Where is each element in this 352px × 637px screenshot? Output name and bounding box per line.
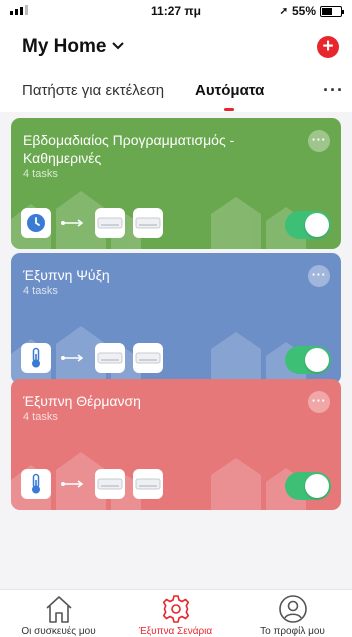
toggle-knob — [305, 348, 329, 372]
tab-label: Το προφίλ μου — [260, 626, 325, 637]
card-more-icon[interactable]: ··· — [308, 130, 330, 152]
gear-icon — [162, 595, 189, 623]
battery-percent: 55% — [291, 4, 316, 18]
automation-flow — [21, 208, 163, 238]
clock-icon — [27, 214, 45, 232]
automation-card[interactable]: Έξυπνη Θέρμανση 4 tasks ··· — [11, 379, 341, 510]
trigger-tile — [21, 343, 51, 373]
location-icon: ➚ — [279, 5, 288, 17]
bottom-tab-bar: Οι συσκευές μου Έξυπνα Σενάρια Το προφίλ… — [0, 589, 352, 637]
automation-card[interactable]: Εβδομαδιαίος Προγραμματισμός - Καθημεριν… — [11, 118, 341, 249]
arrow-icon — [59, 354, 87, 362]
more-options-icon[interactable]: ··· — [323, 80, 344, 101]
automation-flow — [21, 343, 163, 373]
automation-subtitle: 4 tasks — [23, 411, 58, 423]
home-title: My Home — [22, 36, 107, 57]
trigger-tile — [21, 469, 51, 499]
active-tab-indicator — [224, 108, 234, 111]
home-icon — [45, 596, 72, 623]
add-button[interactable]: + — [317, 36, 339, 58]
automation-title: Έξυπνη Θέρμανση — [23, 393, 141, 409]
tab-label: Οι συσκευές μου — [21, 626, 96, 637]
tab-tap-to-run[interactable]: Πατήστε για εκτέλεση — [22, 82, 164, 99]
tab-label: Έξυπνα Σενάρια — [138, 626, 213, 637]
status-bar: 11:27 πμ ➚ 55% — [0, 0, 352, 22]
arrow-icon — [59, 219, 87, 227]
air-conditioner-tile — [133, 208, 163, 238]
toggle-knob — [305, 213, 329, 237]
profile-icon — [278, 595, 307, 623]
air-conditioner-icon — [97, 217, 123, 229]
tab-my-devices[interactable]: Οι συσκευές μου — [0, 590, 117, 637]
thermometer-icon — [32, 473, 40, 494]
air-conditioner-icon — [97, 352, 123, 364]
air-conditioner-icon — [135, 478, 161, 490]
automation-toggle[interactable] — [285, 211, 331, 239]
air-conditioner-tile — [95, 343, 125, 373]
automation-title: Έξυπνη Ψύξη — [23, 267, 110, 283]
air-conditioner-tile — [133, 469, 163, 499]
arrow-icon — [59, 480, 87, 488]
automation-flow — [21, 469, 163, 499]
air-conditioner-tile — [95, 208, 125, 238]
automation-card[interactable]: Έξυπνη Ψύξη 4 tasks ··· — [11, 253, 341, 384]
scene-tabs: Πατήστε για εκτέλεση Αυτόματα ··· — [0, 80, 352, 112]
header: My Home + Πατήστε για εκτέλεση Αυτόματα … — [0, 22, 352, 112]
card-more-icon[interactable]: ··· — [308, 265, 330, 287]
trigger-tile — [21, 208, 51, 238]
air-conditioner-icon — [97, 478, 123, 490]
automation-toggle[interactable] — [285, 472, 331, 500]
automation-subtitle: 4 tasks — [23, 168, 58, 180]
automation-toggle[interactable] — [285, 346, 331, 374]
home-selector[interactable]: My Home — [22, 36, 125, 58]
battery-status: ➚ 55% — [279, 4, 344, 18]
air-conditioner-tile — [133, 343, 163, 373]
battery-icon — [320, 5, 344, 17]
air-conditioner-tile — [95, 469, 125, 499]
thermometer-icon — [32, 347, 40, 368]
air-conditioner-icon — [135, 217, 161, 229]
automation-title: Εβδομαδιαίος Προγραμματισμός - Καθημεριν… — [23, 132, 235, 166]
tab-my-profile[interactable]: Το προφίλ μου — [234, 590, 351, 637]
automation-subtitle: 4 tasks — [23, 285, 58, 297]
automation-list: Εβδομαδιαίος Προγραμματισμός - Καθημεριν… — [0, 112, 352, 589]
card-more-icon[interactable]: ··· — [308, 391, 330, 413]
air-conditioner-icon — [135, 352, 161, 364]
tab-automation[interactable]: Αυτόματα — [195, 82, 264, 99]
tab-smart-scenes[interactable]: Έξυπνα Σενάρια — [117, 590, 234, 637]
chevron-down-icon — [112, 39, 125, 53]
toggle-knob — [305, 474, 329, 498]
plus-icon: + — [322, 36, 334, 57]
